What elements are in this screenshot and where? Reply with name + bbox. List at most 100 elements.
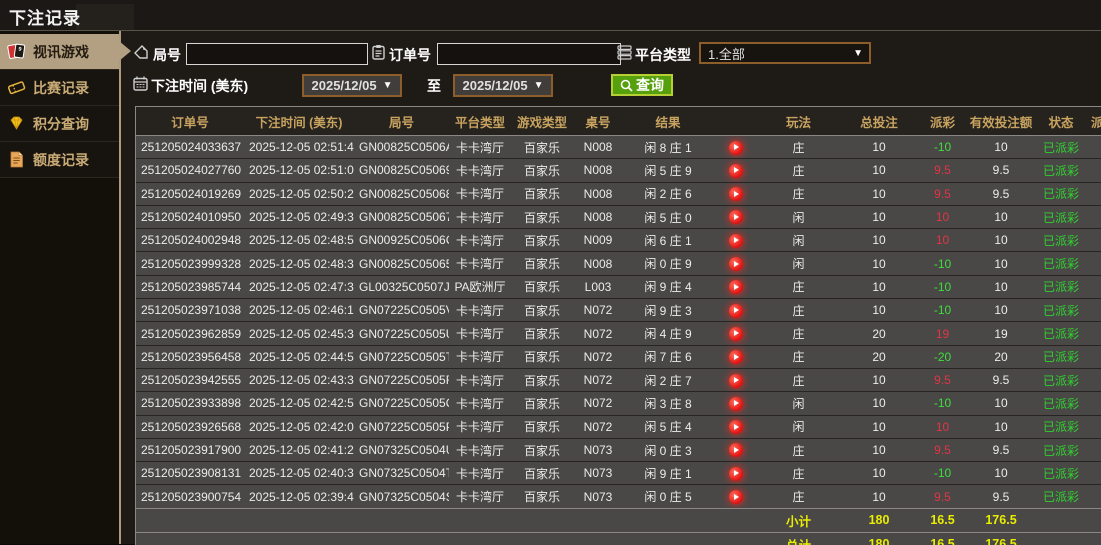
sidebar: 9 视讯游戏 比赛记录 积分查询 额度记录 xyxy=(0,31,131,544)
play-video-button[interactable] xyxy=(728,490,743,505)
cell-play: 闲 xyxy=(758,391,839,416)
total-payout: 16.5 xyxy=(919,532,966,545)
subtotal-row: 小计 180 16.5 176.5 xyxy=(136,508,1101,533)
total-valid-bet: 176.5 xyxy=(966,532,1036,545)
cell-bet-time: 2025-12-05 02:50:20 xyxy=(244,182,354,206)
cell-bet-time: 2025-12-05 02:51:40 xyxy=(244,135,354,160)
cell-total-bet: 10 xyxy=(839,438,919,463)
cell-result: 闲 5 庄 4 xyxy=(623,415,713,439)
cell-status: 已派彩 xyxy=(1036,415,1086,439)
cell-order-no: 251205024019269 xyxy=(136,182,244,206)
cell-play: 庄 xyxy=(758,321,839,346)
cell-table-no: L003 xyxy=(573,275,623,300)
cell-play: 闲 xyxy=(758,228,839,253)
round-no-input[interactable] xyxy=(186,43,368,65)
platform-type-label: 平台类型 xyxy=(635,47,691,63)
sidebar-item-3[interactable]: 积分查询 xyxy=(0,106,119,142)
panel-top-divider xyxy=(0,30,1101,31)
cell-game-type: 百家乐 xyxy=(511,391,573,416)
cell-payout-time xyxy=(1086,205,1101,230)
cell-video xyxy=(713,205,758,230)
round-no-label: 局号 xyxy=(153,47,181,63)
cell-valid-bet: 10 xyxy=(966,135,1036,160)
play-video-button[interactable] xyxy=(728,210,743,225)
cell-status: 已派彩 xyxy=(1036,205,1086,230)
cell-round-no: GL00325C0507J xyxy=(354,275,449,300)
cell-result: 闲 3 庄 8 xyxy=(623,391,713,416)
cell-payout-time xyxy=(1086,228,1101,253)
cell-game-type: 百家乐 xyxy=(511,484,573,509)
cell-bet-time: 2025-12-05 02:39:48 xyxy=(244,484,354,509)
sidebar-item-2[interactable]: 比赛记录 xyxy=(0,70,119,106)
total-label: 总计 xyxy=(758,532,839,545)
cell-status: 已派彩 xyxy=(1036,438,1086,463)
cell-game-type: 百家乐 xyxy=(511,251,573,276)
column-header: 状态 xyxy=(1036,107,1086,136)
page-title: 下注记录 xyxy=(9,9,81,28)
cell-table-no: N073 xyxy=(573,461,623,486)
cell-video xyxy=(713,484,758,509)
cell-bet-time: 2025-12-05 02:47:30 xyxy=(244,275,354,300)
cell-result: 闲 5 庄 0 xyxy=(623,205,713,230)
cell-video xyxy=(713,158,758,183)
sidebar-item-4[interactable]: 额度记录 xyxy=(0,142,119,178)
cell-platform: 卡卡湾厅 xyxy=(449,461,511,486)
cell-platform: PA欧洲厅 xyxy=(449,275,511,300)
table-row: 251205024027760 2025-12-05 02:51:07 GN0082… xyxy=(136,158,1101,183)
play-video-button[interactable] xyxy=(728,326,743,341)
cell-table-no: N009 xyxy=(573,228,623,253)
cell-bet-time: 2025-12-05 02:46:13 xyxy=(244,298,354,323)
play-video-button[interactable] xyxy=(728,140,743,155)
cell-result: 闲 2 庄 7 xyxy=(623,368,713,393)
play-video-button[interactable] xyxy=(728,373,743,388)
date-to-select[interactable]: 2025/12/05 ▼ xyxy=(453,74,553,97)
column-header: 结果 xyxy=(623,107,713,136)
cell-game-type: 百家乐 xyxy=(511,298,573,323)
cell-status: 已派彩 xyxy=(1036,391,1086,416)
tag-icon xyxy=(133,44,150,61)
cell-order-no: 251205023942555 xyxy=(136,368,244,393)
play-video-button[interactable] xyxy=(728,163,743,178)
cell-payout: 9.5 xyxy=(919,368,966,393)
column-header: 总投注 xyxy=(839,107,919,136)
play-video-button[interactable] xyxy=(728,466,743,481)
play-video-button[interactable] xyxy=(728,420,743,435)
play-video-button[interactable] xyxy=(728,443,743,458)
play-video-button[interactable] xyxy=(728,303,743,318)
column-header: 订单号 xyxy=(136,107,244,136)
play-video-button[interactable] xyxy=(728,187,743,202)
cell-payout: 9.5 xyxy=(919,158,966,183)
column-header: 派彩 xyxy=(919,107,966,136)
cell-valid-bet: 10 xyxy=(966,298,1036,323)
cell-video xyxy=(713,391,758,416)
cell-total-bet: 10 xyxy=(839,391,919,416)
date-from-select[interactable]: 2025/12/05 ▼ xyxy=(302,74,402,97)
cell-platform: 卡卡湾厅 xyxy=(449,321,511,346)
play-video-button[interactable] xyxy=(728,233,743,248)
play-video-button[interactable] xyxy=(728,280,743,295)
cell-bet-time: 2025-12-05 02:43:35 xyxy=(244,368,354,393)
platform-type-select[interactable]: 1.全部 ▼ xyxy=(699,42,871,64)
cell-game-type: 百家乐 xyxy=(511,205,573,230)
table-row: 251205024010950 2025-12-05 02:49:37 GN0082… xyxy=(136,205,1101,230)
play-video-button[interactable] xyxy=(728,396,743,411)
cell-total-bet: 10 xyxy=(839,205,919,230)
table-row: 251205023926568 2025-12-05 02:42:09 GN0722… xyxy=(136,415,1101,439)
cell-order-no: 251205023917900 xyxy=(136,438,244,463)
sidebar-item-1[interactable]: 9 视讯游戏 xyxy=(0,34,131,70)
cell-valid-bet: 10 xyxy=(966,391,1036,416)
cell-result: 闲 0 庄 9 xyxy=(623,251,713,276)
cell-result: 闲 7 庄 6 xyxy=(623,345,713,369)
bet-time-label: 下注时间 (美东) xyxy=(151,78,249,94)
play-video-button[interactable] xyxy=(728,257,743,272)
cell-payout: -20 xyxy=(919,345,966,369)
table-row: 251205024002948 2025-12-05 02:48:57 GN0092… xyxy=(136,228,1101,253)
cell-status: 已派彩 xyxy=(1036,484,1086,509)
play-video-button[interactable] xyxy=(728,350,743,365)
query-button[interactable]: 查询 xyxy=(611,74,673,96)
cell-result: 闲 9 庄 1 xyxy=(623,461,713,486)
table-row: 251205023900754 2025-12-05 02:39:48 GN0732… xyxy=(136,484,1101,509)
cell-video xyxy=(713,461,758,486)
order-no-input[interactable] xyxy=(437,43,621,65)
cell-table-no: N072 xyxy=(573,345,623,369)
